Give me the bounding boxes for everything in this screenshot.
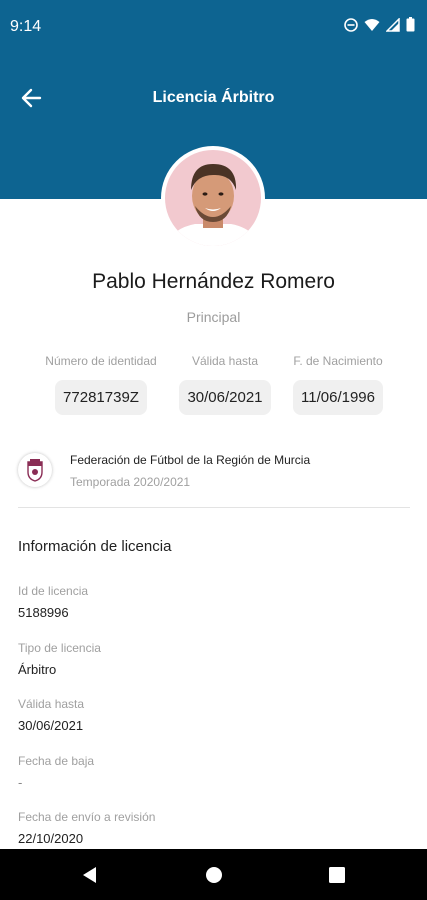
federation-shield-icon — [27, 459, 43, 482]
battery-icon — [406, 17, 415, 32]
birth-date-label: F. de Nacimiento — [293, 354, 383, 368]
profile-role: Principal — [186, 309, 241, 325]
status-icons — [344, 17, 415, 32]
wifi-icon — [364, 18, 380, 31]
cancellation-date-label: Fecha de baja — [18, 754, 95, 768]
valid-until-chip: 30/06/2021 — [179, 380, 271, 415]
signal-icon — [386, 17, 400, 32]
page-title: Licencia Árbitro — [152, 89, 275, 106]
system-nav-bar — [0, 849, 427, 900]
identity-value-chip: 77281739Z — [55, 380, 147, 415]
status-time: 9:14 — [10, 18, 42, 35]
license-info-title: Información de licencia — [18, 538, 172, 555]
nav-recents-button[interactable] — [325, 863, 349, 887]
profile-photo — [165, 150, 261, 246]
federation-name: Federación de Fútbol de la Región de Mur… — [70, 453, 311, 467]
federation-season: Temporada 2020/2021 — [70, 475, 191, 489]
cancellation-date-value: - — [18, 775, 23, 790]
birth-date-block: F. de Nacimiento 11/06/1996 — [282, 354, 394, 415]
license-type-value: Árbitro — [18, 662, 57, 677]
valid-until-block: Válida hasta 30/06/2021 — [170, 354, 280, 415]
birth-date-chip: 11/06/1996 — [293, 380, 383, 415]
back-triangle-icon — [83, 867, 96, 883]
nav-back-button[interactable] — [78, 863, 102, 887]
license-id-value: 5188996 — [18, 605, 69, 620]
home-circle-icon — [206, 867, 222, 883]
avatar — [161, 146, 265, 250]
license-type-label: Tipo de licencia — [18, 641, 101, 655]
license-id-label: Id de licencia — [18, 584, 89, 598]
review-date-value: 22/10/2020 — [18, 831, 84, 846]
identity-number-block: Número de identidad 77281739Z — [38, 354, 164, 415]
review-date-label: Fecha de envío a revisión — [18, 810, 156, 824]
profile-name: Pablo Hernández Romero — [92, 270, 335, 293]
license-valid-until-value: 30/06/2021 — [18, 718, 84, 733]
do-not-disturb-icon — [344, 17, 358, 32]
valid-until-label: Válida hasta — [191, 354, 259, 368]
recents-square-icon — [329, 867, 345, 883]
identity-label: Número de identidad — [45, 354, 157, 368]
nav-home-button[interactable] — [202, 863, 226, 887]
license-valid-until-label: Válida hasta — [18, 697, 85, 711]
federation-logo — [18, 453, 52, 487]
status-bar: 9:14 — [0, 0, 427, 56]
divider — [18, 507, 410, 508]
